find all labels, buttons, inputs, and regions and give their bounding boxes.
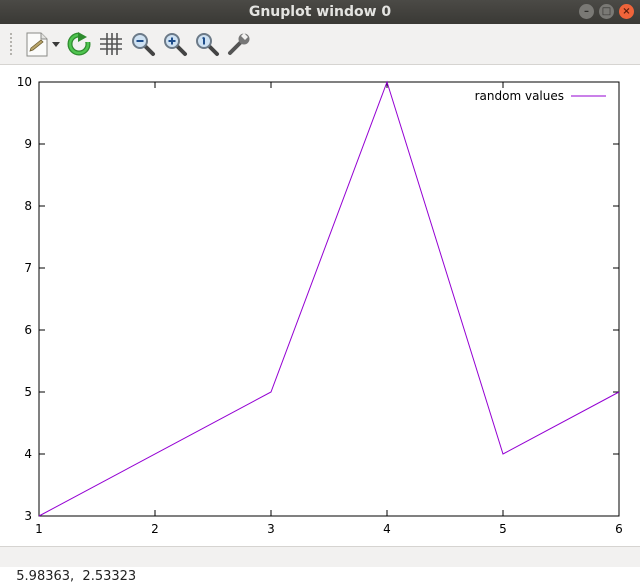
y-tick-label: 10 <box>17 75 32 89</box>
cursor-coordinates: 5.98363, 2.53323 <box>16 569 137 584</box>
zoom-reset-button[interactable] <box>191 28 223 60</box>
settings-button[interactable] <box>223 28 255 60</box>
x-tick-label: 4 <box>383 522 391 536</box>
x-tick-label: 6 <box>615 522 623 536</box>
plot-border <box>38 81 620 517</box>
toolbar <box>0 24 640 65</box>
y-tick-label: 9 <box>24 137 32 151</box>
y-tick-label: 6 <box>24 323 32 337</box>
zoom-fit-icon <box>196 33 219 56</box>
y-tick-label: 3 <box>24 509 32 523</box>
y-tick-label: 8 <box>24 199 32 213</box>
legend: random values <box>475 89 606 103</box>
grid-icon <box>100 33 122 55</box>
zoom-in-icon <box>164 33 187 56</box>
x-tick-label: 5 <box>499 522 507 536</box>
replot-button[interactable] <box>63 28 95 60</box>
maximize-button[interactable]: □ <box>599 4 614 19</box>
refresh-icon <box>67 32 91 56</box>
export-button[interactable] <box>19 28 63 60</box>
close-button[interactable]: × <box>619 4 634 19</box>
wrench-icon <box>228 33 250 55</box>
export-document-icon <box>26 32 60 57</box>
plot-area[interactable]: 1 2 3 4 5 6 3 4 5 6 7 8 9 10 random values <box>0 65 640 545</box>
series-line-random-values <box>38 80 620 517</box>
grid-button[interactable] <box>95 28 127 60</box>
x-tick-label: 3 <box>267 522 275 536</box>
toolbar-grip[interactable] <box>10 33 15 55</box>
x-tick-label: 1 <box>35 522 43 536</box>
title-bar: Gnuplot window 0 – □ × <box>0 0 640 24</box>
status-bar: 5.98363, 2.53323 <box>0 546 640 584</box>
zoom-out-button[interactable] <box>127 28 159 60</box>
legend-label: random values <box>475 89 564 103</box>
zoom-out-icon <box>132 33 155 56</box>
window-title: Gnuplot window 0 <box>248 4 392 20</box>
window-controls: – □ × <box>579 4 634 19</box>
y-tick-label: 7 <box>24 261 32 275</box>
y-tick-label: 4 <box>24 447 32 461</box>
minimize-button[interactable]: – <box>579 4 594 19</box>
zoom-in-button[interactable] <box>159 28 191 60</box>
line-chart: 1 2 3 4 5 6 3 4 5 6 7 8 9 10 random values <box>17 75 623 536</box>
x-tick-label: 2 <box>151 522 159 536</box>
y-tick-label: 5 <box>24 385 32 399</box>
